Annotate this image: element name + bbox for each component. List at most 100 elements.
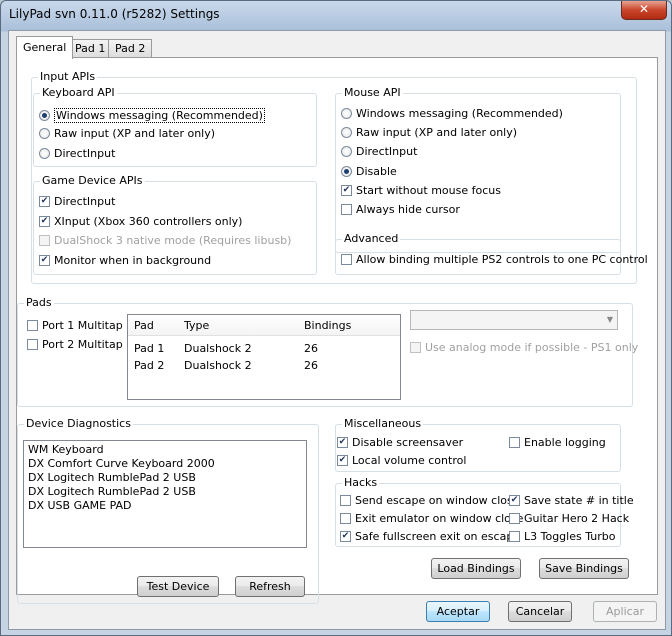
option-label: Exit emulator on window close (355, 512, 524, 525)
list-item[interactable]: DX Logitech RumblePad 2 USB (28, 485, 196, 498)
list-item[interactable]: DX USB GAME PAD (28, 499, 132, 512)
option-label: DirectInput (54, 147, 116, 160)
mouse-directinput-radio[interactable]: DirectInput (341, 145, 417, 158)
option-label: Disable screensaver (352, 436, 464, 449)
table-cell: Pad 2 (134, 359, 165, 372)
option-label: DualShock 3 native mode (Requires libusb… (54, 234, 292, 247)
keyboard-directinput-radio[interactable]: DirectInput (39, 147, 115, 160)
mouse-disable-radio[interactable]: Disable (341, 165, 397, 178)
save-state-title-checkbox[interactable]: Save state # in title (509, 494, 634, 507)
close-icon: ✕ (638, 2, 650, 16)
always-hide-cursor-checkbox[interactable]: Always hide cursor (341, 203, 460, 216)
settings-window: LilyPad svn 0.11.0 (r5282) Settings ✕ Ge… (0, 0, 672, 636)
test-device-button[interactable]: Test Device (137, 576, 219, 597)
dialog-client-area: General Pad 1 Pad 2 Input APIs Keyboard … (8, 30, 666, 630)
cancel-button[interactable]: Cancelar (508, 601, 572, 622)
checkbox-checked-icon (341, 185, 352, 196)
checkbox-checked-icon (340, 531, 351, 542)
checkbox-icon (509, 531, 520, 542)
load-bindings-button[interactable]: Load Bindings (431, 558, 521, 579)
checkbox-icon (509, 513, 520, 524)
l3-toggles-turbo-checkbox[interactable]: L3 Toggles Turbo (509, 530, 615, 543)
option-label: Port 1 Multitap (42, 319, 123, 332)
apply-button: Aplicar (593, 601, 657, 622)
pads-label: Pads (24, 296, 54, 309)
option-label: L3 Toggles Turbo (524, 530, 616, 543)
tab-general-label: General (23, 41, 67, 54)
option-label: Port 2 Multitap (42, 338, 123, 351)
enable-logging-checkbox[interactable]: Enable logging (509, 436, 606, 449)
option-label: XInput (Xbox 360 controllers only) (54, 215, 243, 228)
option-label: Disable (356, 165, 397, 178)
keyboard-raw-input-radio[interactable]: Raw input (XP and later only) (39, 127, 215, 140)
input-apis-label: Input APIs (38, 70, 98, 83)
option-label: Guitar Hero 2 Hack (524, 512, 630, 525)
device-list[interactable]: WM Keyboard DX Comfort Curve Keyboard 20… (23, 440, 307, 548)
table-cell: 26 (304, 359, 318, 372)
list-item[interactable]: DX Comfort Curve Keyboard 2000 (28, 457, 215, 470)
ok-button[interactable]: Aceptar (426, 601, 490, 622)
option-label: Enable logging (524, 436, 606, 449)
tab-pad1-label: Pad 1 (75, 42, 106, 55)
pad-type-select: ▼ (410, 310, 618, 330)
option-label: DirectInput (356, 145, 418, 158)
column-header-pad[interactable]: Pad (134, 319, 154, 332)
option-label: Always hide cursor (356, 203, 460, 216)
option-label: Safe fullscreen exit on escape (355, 530, 521, 543)
pads-table-header: Pad Type Bindings (128, 315, 400, 336)
start-without-mouse-focus-checkbox[interactable]: Start without mouse focus (341, 184, 501, 197)
checkbox-icon (340, 513, 351, 524)
local-volume-control-checkbox[interactable]: Local volume control (337, 454, 466, 467)
mouse-api-label: Mouse API (342, 86, 403, 99)
device-diagnostics-label: Device Diagnostics (24, 417, 133, 430)
mouse-raw-input-radio[interactable]: Raw input (XP and later only) (341, 126, 517, 139)
column-header-type[interactable]: Type (184, 319, 209, 332)
option-label: Local volume control (352, 454, 467, 467)
table-cell: Pad 1 (134, 342, 165, 355)
mouse-windows-messaging-radio[interactable]: Windows messaging (Recommended) (341, 107, 563, 120)
option-label: Raw input (XP and later only) (356, 126, 518, 139)
checkbox-icon (27, 320, 38, 331)
send-escape-checkbox[interactable]: Send escape on window close (340, 494, 520, 507)
option-label: Windows messaging (Recommended) (356, 107, 563, 120)
radio-icon (39, 148, 50, 159)
disable-screensaver-checkbox[interactable]: Disable screensaver (337, 436, 463, 449)
exit-emulator-checkbox[interactable]: Exit emulator on window close (340, 512, 523, 525)
hacks-label: Hacks (342, 476, 380, 489)
checkbox-checked-icon (39, 196, 50, 207)
checkbox-icon (341, 254, 352, 265)
save-bindings-button[interactable]: Save Bindings (539, 558, 629, 579)
tab-pad1[interactable]: Pad 1 (68, 39, 113, 58)
keyboard-windows-messaging-radio[interactable]: Windows messaging (Recommended) (39, 108, 265, 123)
checkbox-disabled-icon (39, 235, 50, 246)
tab-general[interactable]: General (16, 36, 74, 59)
checkbox-checked-icon (39, 255, 50, 266)
refresh-button[interactable]: Refresh (235, 576, 305, 597)
list-item[interactable]: DX Logitech RumblePad 2 USB (28, 471, 196, 484)
option-label: Start without mouse focus (356, 184, 501, 197)
port1-multitap-checkbox[interactable]: Port 1 Multitap (27, 319, 123, 332)
port2-multitap-checkbox[interactable]: Port 2 Multitap (27, 338, 123, 351)
title-bar[interactable]: LilyPad svn 0.11.0 (r5282) Settings ✕ (1, 1, 671, 29)
checkbox-icon (340, 495, 351, 506)
game-xinput-checkbox[interactable]: XInput (Xbox 360 controllers only) (39, 215, 242, 228)
game-monitor-background-checkbox[interactable]: Monitor when in background (39, 254, 211, 267)
column-header-bindings[interactable]: Bindings (304, 319, 351, 332)
game-directinput-checkbox[interactable]: DirectInput (39, 195, 115, 208)
tab-pad2[interactable]: Pad 2 (108, 39, 153, 58)
radio-selected-icon (39, 110, 50, 121)
radio-icon (341, 108, 352, 119)
analog-mode-checkbox: Use analog mode if possible - PS1 only (410, 341, 638, 354)
radio-selected-icon (341, 166, 352, 177)
safe-fullscreen-exit-checkbox[interactable]: Safe fullscreen exit on escape (340, 530, 520, 543)
option-label: Monitor when in background (54, 254, 212, 267)
checkbox-icon (27, 339, 38, 350)
general-tab-panel: Input APIs Keyboard API Windows messagin… (16, 57, 658, 604)
close-button[interactable]: ✕ (621, 1, 667, 20)
pads-table[interactable]: Pad Type Bindings Pad 1 Dualshock 2 26 P… (127, 314, 401, 400)
option-label: Save state # in title (524, 494, 634, 507)
radio-icon (341, 146, 352, 157)
list-item[interactable]: WM Keyboard (28, 443, 104, 456)
guitar-hero-hack-checkbox[interactable]: Guitar Hero 2 Hack (509, 512, 629, 525)
allow-multiple-binding-checkbox[interactable]: Allow binding multiple PS2 controls to o… (341, 253, 648, 266)
